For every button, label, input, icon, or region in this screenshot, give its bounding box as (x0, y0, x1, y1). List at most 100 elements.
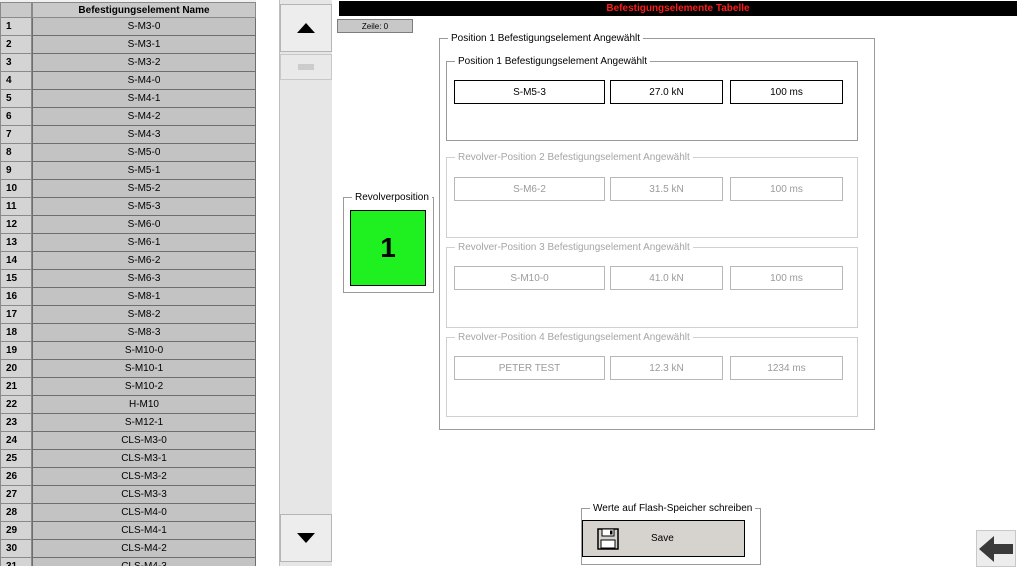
row-number: 13 (0, 234, 32, 252)
row-number: 1 (0, 18, 32, 36)
row-name[interactable]: S-M8-2 (32, 306, 256, 324)
position-3-time-field: 100 ms (730, 266, 843, 290)
table-row[interactable]: 18 S-M8-3 (0, 324, 256, 342)
row-name[interactable]: S-M12-1 (32, 414, 256, 432)
table-row[interactable]: 16 S-M8-1 (0, 288, 256, 306)
table-row[interactable]: 11 S-M5-3 (0, 198, 256, 216)
table-row[interactable]: 20 S-M10-1 (0, 360, 256, 378)
row-number: 11 (0, 198, 32, 216)
table-row[interactable]: 22 H-M10 (0, 396, 256, 414)
save-button[interactable]: Save (582, 520, 745, 557)
row-number: 2 (0, 36, 32, 54)
table-row[interactable]: 15 S-M6-3 (0, 270, 256, 288)
back-button[interactable] (976, 530, 1016, 567)
scroll-thumb[interactable] (280, 54, 332, 80)
row-name[interactable]: S-M3-1 (32, 36, 256, 54)
app-window: Befestigungselement Name 1 S-M3-0 2 S-M3-1… (0, 0, 1024, 578)
row-name[interactable]: S-M10-0 (32, 342, 256, 360)
table-row[interactable]: 1 S-M3-0 (0, 18, 256, 36)
table-row[interactable]: 4 S-M4-0 (0, 72, 256, 90)
row-name[interactable]: CLS-M4-0 (32, 504, 256, 522)
table-row[interactable]: 3 S-M3-2 (0, 54, 256, 72)
table-row[interactable]: 24 CLS-M3-0 (0, 432, 256, 450)
table-row[interactable]: 28 CLS-M4-0 (0, 504, 256, 522)
row-name[interactable]: S-M10-1 (32, 360, 256, 378)
table-scrollbar (279, 0, 332, 566)
row-name[interactable]: CLS-M3-2 (32, 468, 256, 486)
flash-write-legend: Werte auf Flash-Speicher schreiben (593, 503, 753, 514)
table-row[interactable]: 31CLS-M4-3 (0, 558, 256, 566)
row-name[interactable]: S-M10-2 (32, 378, 256, 396)
row-number: 19 (0, 342, 32, 360)
row-number: 8 (0, 144, 32, 162)
row-name[interactable]: CLS-M3-1 (32, 450, 256, 468)
table-row[interactable]: 14 S-M6-2 (0, 252, 256, 270)
table-row[interactable]: 8 S-M5-0 (0, 144, 256, 162)
row-name[interactable]: S-M8-1 (32, 288, 256, 306)
row-name[interactable]: H-M10 (32, 396, 256, 414)
row-number: 29 (0, 522, 32, 540)
row-name[interactable]: S-M4-2 (32, 108, 256, 126)
row-name[interactable]: CLS-M3-0 (32, 432, 256, 450)
fastener-table: Befestigungselement Name 1 S-M3-0 2 S-M3-1… (0, 0, 256, 566)
table-row[interactable]: 30 CLS-M4-2 (0, 540, 256, 558)
row-name[interactable]: S-M6-2 (32, 252, 256, 270)
table-row[interactable]: 7 S-M4-3 (0, 126, 256, 144)
row-number: 17 (0, 306, 32, 324)
row-name[interactable]: S-M5-2 (32, 180, 256, 198)
table-row[interactable]: 17 S-M8-2 (0, 306, 256, 324)
row-name[interactable]: S-M5-0 (32, 144, 256, 162)
grip-lines-icon (298, 64, 314, 70)
table-row[interactable]: 12 S-M6-0 (0, 216, 256, 234)
row-number: 15 (0, 270, 32, 288)
table-row[interactable]: 23 S-M12-1 (0, 414, 256, 432)
table-row[interactable]: 9 S-M5-1 (0, 162, 256, 180)
row-name[interactable]: S-M3-2 (32, 54, 256, 72)
position-2-name-field: S-M6-2 (454, 177, 605, 201)
scroll-down-button[interactable] (280, 514, 332, 562)
row-name[interactable]: CLS-M3-3 (32, 486, 256, 504)
table-header-name: Befestigungselement Name (32, 2, 256, 18)
table-row[interactable]: 25 CLS-M3-1 (0, 450, 256, 468)
row-name[interactable]: S-M6-3 (32, 270, 256, 288)
row-number: 27 (0, 486, 32, 504)
row-number: 26 (0, 468, 32, 486)
row-name[interactable]: S-M6-1 (32, 234, 256, 252)
row-name[interactable]: S-M8-3 (32, 324, 256, 342)
table-row[interactable]: 6 S-M4-2 (0, 108, 256, 126)
row-name[interactable]: S-M4-1 (32, 90, 256, 108)
row-name[interactable]: S-M4-0 (32, 72, 256, 90)
row-number: 12 (0, 216, 32, 234)
scroll-up-button[interactable] (280, 4, 332, 52)
back-arrow-icon (979, 535, 1013, 562)
row-indicator: Zeile: 0 (337, 19, 413, 33)
position-3-legend: Revolver-Position 3 Befestigungselement … (458, 242, 690, 253)
row-name[interactable]: CLS-M4-2 (32, 540, 256, 558)
row-number: 5 (0, 90, 32, 108)
row-name[interactable]: CLS-M4-3 (32, 558, 256, 566)
table-row[interactable]: 5 S-M4-1 (0, 90, 256, 108)
row-name[interactable]: CLS-M4-1 (32, 522, 256, 540)
table-row[interactable]: 19 S-M10-0 (0, 342, 256, 360)
position-1-time-field[interactable]: 100 ms (730, 80, 843, 104)
position-1-force-field[interactable]: 27.0 kN (610, 80, 723, 104)
row-name[interactable]: S-M6-0 (32, 216, 256, 234)
table-row[interactable]: 10 S-M5-2 (0, 180, 256, 198)
table-row[interactable]: 21 S-M10-2 (0, 378, 256, 396)
position-4-time-field: 1234 ms (730, 356, 843, 380)
row-number: 28 (0, 504, 32, 522)
row-number: 10 (0, 180, 32, 198)
table-row[interactable]: 2 S-M3-1 (0, 36, 256, 54)
save-button-label: Save (651, 533, 674, 544)
row-number: 18 (0, 324, 32, 342)
row-number: 25 (0, 450, 32, 468)
table-row[interactable]: 26 CLS-M3-2 (0, 468, 256, 486)
table-row[interactable]: 27 CLS-M3-3 (0, 486, 256, 504)
position-1-name-field[interactable]: S-M5-3 (454, 80, 605, 104)
row-name[interactable]: S-M4-3 (32, 126, 256, 144)
row-name[interactable]: S-M3-0 (32, 18, 256, 36)
table-row[interactable]: 13 S-M6-1 (0, 234, 256, 252)
row-name[interactable]: S-M5-1 (32, 162, 256, 180)
row-name[interactable]: S-M5-3 (32, 198, 256, 216)
table-row[interactable]: 29 CLS-M4-1 (0, 522, 256, 540)
